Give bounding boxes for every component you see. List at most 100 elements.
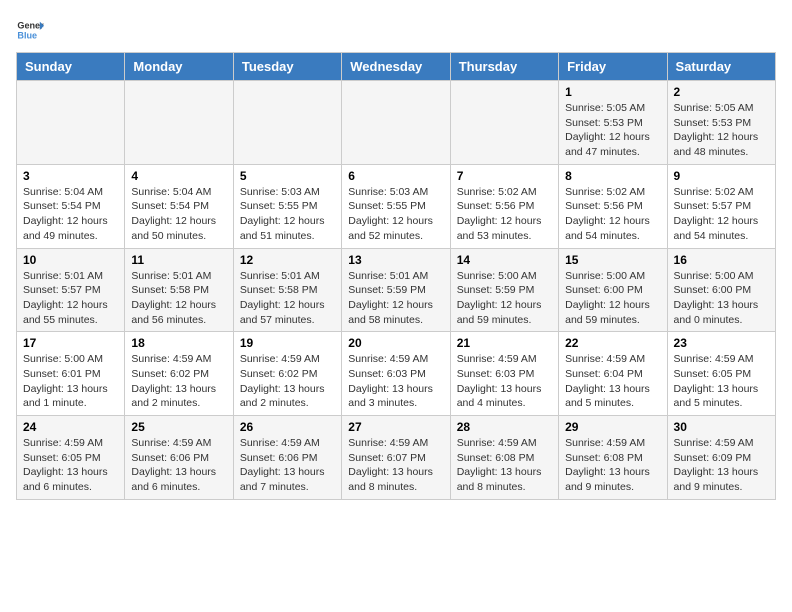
day-number: 13 bbox=[348, 253, 443, 267]
calendar-cell: 8Sunrise: 5:02 AM Sunset: 5:56 PM Daylig… bbox=[559, 164, 667, 248]
day-number: 16 bbox=[674, 253, 769, 267]
day-number: 1 bbox=[565, 85, 660, 99]
weekday-header-wednesday: Wednesday bbox=[342, 53, 450, 81]
day-info: Sunrise: 4:59 AM Sunset: 6:03 PM Dayligh… bbox=[348, 352, 443, 411]
calendar-cell: 27 Sunrise: 4:59 AM Sunset: 6:07 PM Dayli… bbox=[342, 416, 450, 500]
day-info: Sunrise: 5:04 AM Sunset: 5:54 PM Dayligh… bbox=[131, 185, 226, 244]
day-number: 4 bbox=[131, 169, 226, 183]
calendar-cell bbox=[450, 81, 558, 165]
calendar-cell: 13 Sunrise: 5:01 AM Sunset: 5:59 PM Dayli… bbox=[342, 248, 450, 332]
day-number: 28 bbox=[457, 420, 552, 434]
day-info: Sunrise: 4:59 AM Sunset: 6:07 PM Dayligh… bbox=[348, 436, 443, 495]
day-info: Sunrise: 5:01 AM Sunset: 5:58 PM Dayligh… bbox=[240, 269, 335, 328]
calendar-cell: 6 Sunrise: 5:03 AM Sunset: 5:55 PM Daylig… bbox=[342, 164, 450, 248]
calendar-cell: 12Sunrise: 5:01 AM Sunset: 5:58 PM Dayli… bbox=[233, 248, 341, 332]
day-number: 6 bbox=[348, 169, 443, 183]
logo: General Blue bbox=[16, 16, 44, 44]
calendar-cell: 22 Sunrise: 4:59 AM Sunset: 6:04 PM Dayli… bbox=[559, 332, 667, 416]
calendar-cell: 11 Sunrise: 5:01 AM Sunset: 5:58 PM Dayli… bbox=[125, 248, 233, 332]
day-number: 14 bbox=[457, 253, 552, 267]
day-info: Sunrise: 4:59 AM Sunset: 6:04 PM Dayligh… bbox=[565, 352, 660, 411]
day-info: Sunrise: 4:59 AM Sunset: 6:02 PM Dayligh… bbox=[240, 352, 335, 411]
calendar-cell: 10 Sunrise: 5:01 AM Sunset: 5:57 PM Dayli… bbox=[17, 248, 125, 332]
day-info: Sunrise: 4:59 AM Sunset: 6:05 PM Dayligh… bbox=[23, 436, 118, 495]
day-number: 17 bbox=[23, 336, 118, 350]
day-number: 25 bbox=[131, 420, 226, 434]
calendar-cell: 16Sunrise: 5:00 AM Sunset: 6:00 PM Dayli… bbox=[667, 248, 775, 332]
weekday-header-tuesday: Tuesday bbox=[233, 53, 341, 81]
calendar-cell: 1 Sunrise: 5:05 AM Sunset: 5:53 PM Daylig… bbox=[559, 81, 667, 165]
calendar-cell: 26Sunrise: 4:59 AM Sunset: 6:06 PM Dayli… bbox=[233, 416, 341, 500]
day-number: 5 bbox=[240, 169, 335, 183]
day-number: 29 bbox=[565, 420, 660, 434]
day-info: Sunrise: 5:01 AM Sunset: 5:58 PM Dayligh… bbox=[131, 269, 226, 328]
day-info: Sunrise: 5:00 AM Sunset: 5:59 PM Dayligh… bbox=[457, 269, 552, 328]
logo-icon: General Blue bbox=[16, 16, 44, 44]
calendar-cell: 21 Sunrise: 4:59 AM Sunset: 6:03 PM Dayli… bbox=[450, 332, 558, 416]
day-number: 19 bbox=[240, 336, 335, 350]
calendar-cell bbox=[17, 81, 125, 165]
calendar-cell: 18 Sunrise: 4:59 AM Sunset: 6:02 PM Dayli… bbox=[125, 332, 233, 416]
day-number: 21 bbox=[457, 336, 552, 350]
calendar-cell: 7 Sunrise: 5:02 AM Sunset: 5:56 PM Daylig… bbox=[450, 164, 558, 248]
day-info: Sunrise: 5:00 AM Sunset: 6:01 PM Dayligh… bbox=[23, 352, 118, 411]
day-number: 11 bbox=[131, 253, 226, 267]
day-number: 2 bbox=[674, 85, 769, 99]
calendar-header-row: SundayMondayTuesdayWednesdayThursdayFrid… bbox=[17, 53, 776, 81]
weekday-header-monday: Monday bbox=[125, 53, 233, 81]
svg-text:Blue: Blue bbox=[17, 30, 37, 40]
day-info: Sunrise: 5:05 AM Sunset: 5:53 PM Dayligh… bbox=[674, 101, 769, 160]
weekday-header-thursday: Thursday bbox=[450, 53, 558, 81]
calendar-cell: 23 Sunrise: 4:59 AM Sunset: 6:05 PM Dayli… bbox=[667, 332, 775, 416]
day-number: 20 bbox=[348, 336, 443, 350]
calendar-cell: 15Sunrise: 5:00 AM Sunset: 6:00 PM Dayli… bbox=[559, 248, 667, 332]
day-number: 15 bbox=[565, 253, 660, 267]
day-number: 18 bbox=[131, 336, 226, 350]
day-info: Sunrise: 5:01 AM Sunset: 5:57 PM Dayligh… bbox=[23, 269, 118, 328]
day-number: 9 bbox=[674, 169, 769, 183]
calendar-cell: 19 Sunrise: 4:59 AM Sunset: 6:02 PM Dayli… bbox=[233, 332, 341, 416]
calendar-week-1: 1 Sunrise: 5:05 AM Sunset: 5:53 PM Daylig… bbox=[17, 81, 776, 165]
calendar-cell: 5Sunrise: 5:03 AM Sunset: 5:55 PM Daylig… bbox=[233, 164, 341, 248]
calendar-cell: 17 Sunrise: 5:00 AM Sunset: 6:01 PM Dayli… bbox=[17, 332, 125, 416]
weekday-header-saturday: Saturday bbox=[667, 53, 775, 81]
day-number: 30 bbox=[674, 420, 769, 434]
day-info: Sunrise: 4:59 AM Sunset: 6:09 PM Dayligh… bbox=[674, 436, 769, 495]
day-number: 24 bbox=[23, 420, 118, 434]
day-number: 10 bbox=[23, 253, 118, 267]
day-info: Sunrise: 4:59 AM Sunset: 6:06 PM Dayligh… bbox=[240, 436, 335, 495]
calendar-cell: 14 Sunrise: 5:00 AM Sunset: 5:59 PM Dayli… bbox=[450, 248, 558, 332]
calendar-cell: 2 Sunrise: 5:05 AM Sunset: 5:53 PM Daylig… bbox=[667, 81, 775, 165]
day-number: 23 bbox=[674, 336, 769, 350]
day-info: Sunrise: 4:59 AM Sunset: 6:06 PM Dayligh… bbox=[131, 436, 226, 495]
day-number: 22 bbox=[565, 336, 660, 350]
calendar-cell: 20 Sunrise: 4:59 AM Sunset: 6:03 PM Dayli… bbox=[342, 332, 450, 416]
page-header: General Blue bbox=[16, 16, 776, 44]
day-info: Sunrise: 4:59 AM Sunset: 6:03 PM Dayligh… bbox=[457, 352, 552, 411]
day-info: Sunrise: 5:04 AM Sunset: 5:54 PM Dayligh… bbox=[23, 185, 118, 244]
weekday-header-friday: Friday bbox=[559, 53, 667, 81]
day-info: Sunrise: 4:59 AM Sunset: 6:08 PM Dayligh… bbox=[565, 436, 660, 495]
calendar-cell: 30 Sunrise: 4:59 AM Sunset: 6:09 PM Dayli… bbox=[667, 416, 775, 500]
calendar-cell: 25 Sunrise: 4:59 AM Sunset: 6:06 PM Dayli… bbox=[125, 416, 233, 500]
calendar-week-4: 17 Sunrise: 5:00 AM Sunset: 6:01 PM Dayli… bbox=[17, 332, 776, 416]
day-info: Sunrise: 4:59 AM Sunset: 6:02 PM Dayligh… bbox=[131, 352, 226, 411]
day-number: 27 bbox=[348, 420, 443, 434]
calendar-cell bbox=[342, 81, 450, 165]
day-info: Sunrise: 5:03 AM Sunset: 5:55 PM Dayligh… bbox=[348, 185, 443, 244]
calendar-week-3: 10 Sunrise: 5:01 AM Sunset: 5:57 PM Dayli… bbox=[17, 248, 776, 332]
day-number: 3 bbox=[23, 169, 118, 183]
day-info: Sunrise: 5:02 AM Sunset: 5:56 PM Dayligh… bbox=[457, 185, 552, 244]
day-number: 7 bbox=[457, 169, 552, 183]
calendar-cell: 9Sunrise: 5:02 AM Sunset: 5:57 PM Daylig… bbox=[667, 164, 775, 248]
calendar-cell bbox=[125, 81, 233, 165]
calendar-cell bbox=[233, 81, 341, 165]
calendar-cell: 4 Sunrise: 5:04 AM Sunset: 5:54 PM Daylig… bbox=[125, 164, 233, 248]
calendar-cell: 28 Sunrise: 4:59 AM Sunset: 6:08 PM Dayli… bbox=[450, 416, 558, 500]
calendar-cell: 29 Sunrise: 4:59 AM Sunset: 6:08 PM Dayli… bbox=[559, 416, 667, 500]
day-number: 8 bbox=[565, 169, 660, 183]
day-info: Sunrise: 4:59 AM Sunset: 6:08 PM Dayligh… bbox=[457, 436, 552, 495]
day-info: Sunrise: 5:05 AM Sunset: 5:53 PM Dayligh… bbox=[565, 101, 660, 160]
day-info: Sunrise: 4:59 AM Sunset: 6:05 PM Dayligh… bbox=[674, 352, 769, 411]
day-info: Sunrise: 5:01 AM Sunset: 5:59 PM Dayligh… bbox=[348, 269, 443, 328]
